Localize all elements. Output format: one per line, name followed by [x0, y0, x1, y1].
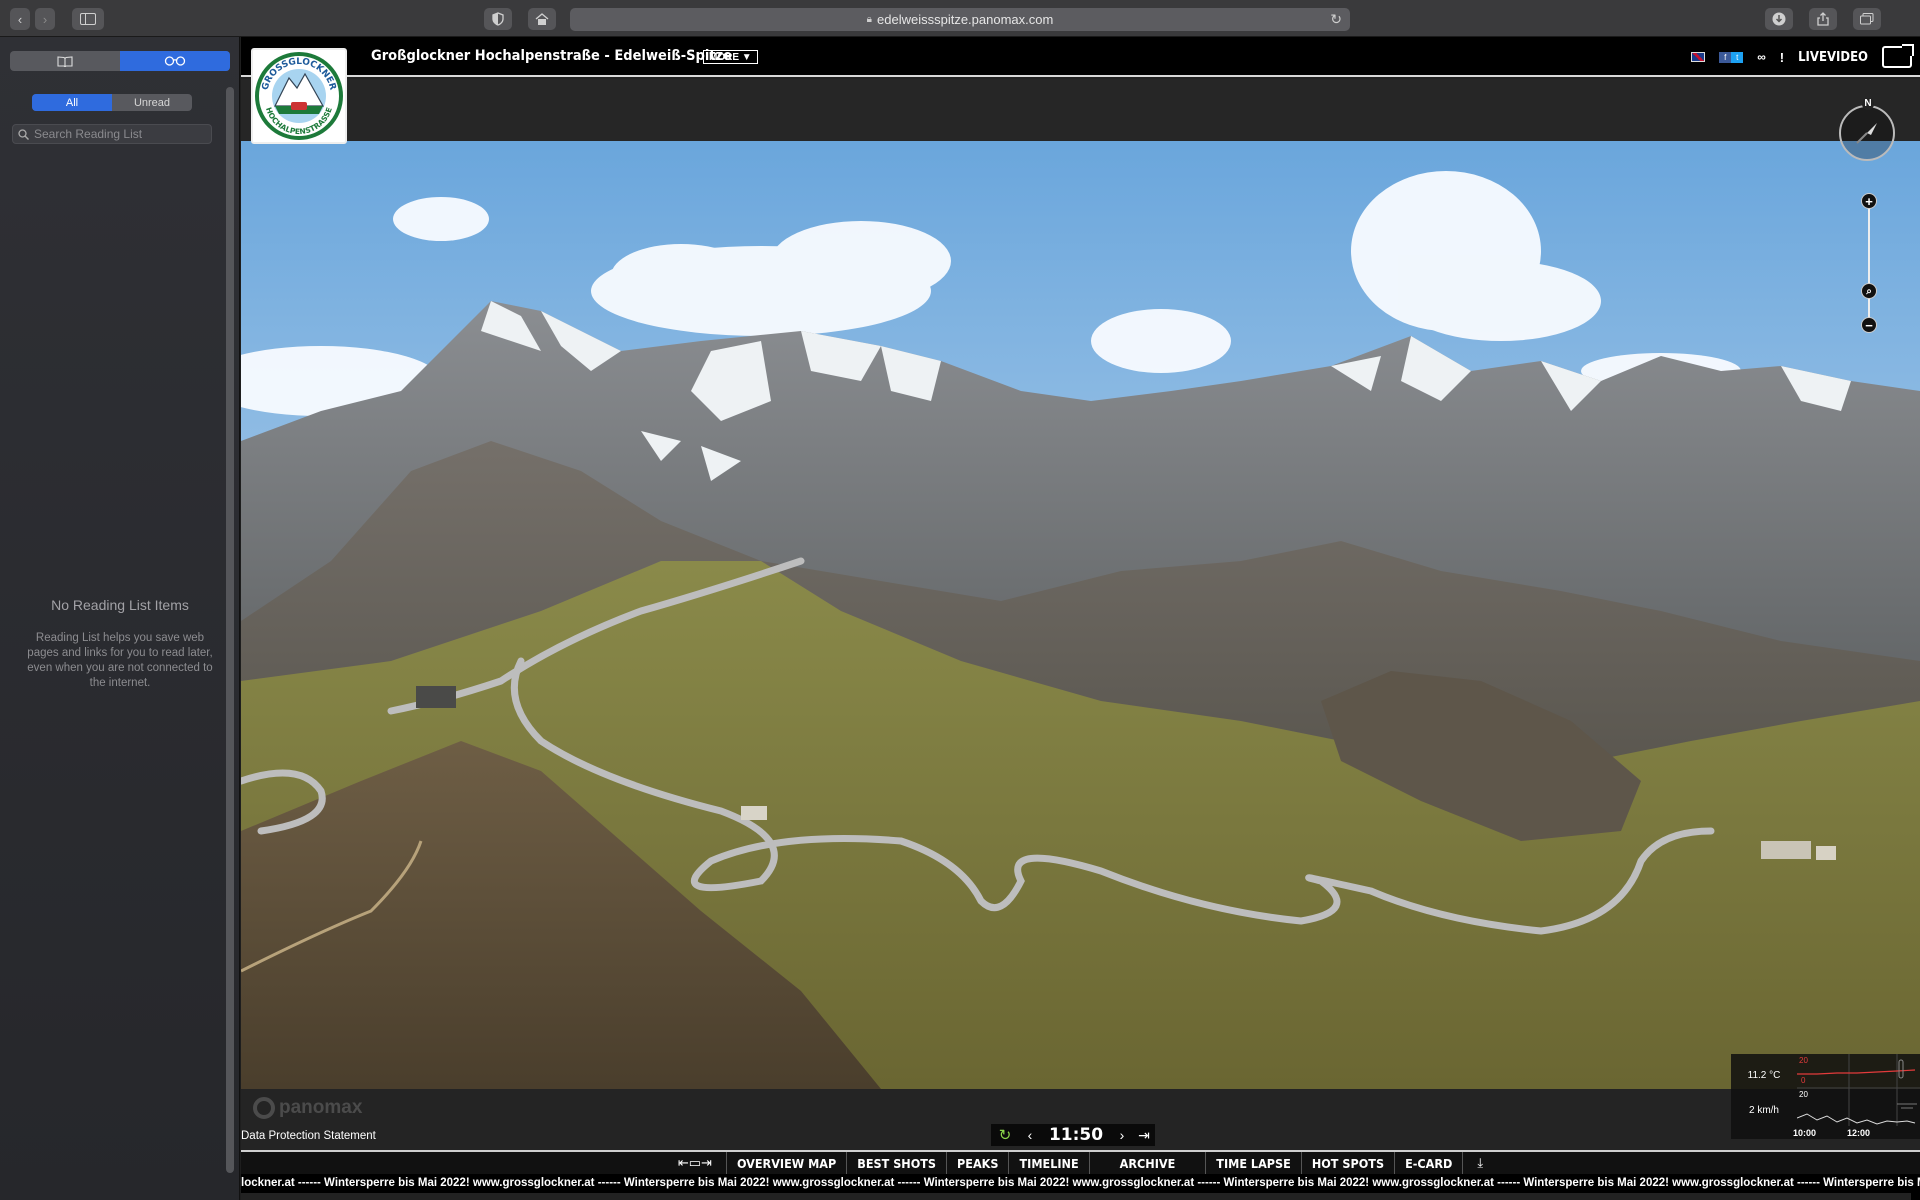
next-time-button[interactable]: › — [1111, 1124, 1133, 1146]
nav-archive[interactable]: ARCHIVE — [1090, 1152, 1207, 1174]
download-image-icon[interactable]: ⤓ — [1463, 1152, 1497, 1174]
url-text: edelweissspitze.panomax.com — [877, 12, 1054, 27]
filter-unread-button[interactable]: Unread — [112, 94, 192, 111]
temperature-value: 11.2 °C — [1747, 1070, 1781, 1081]
back-button[interactable]: ‹ — [10, 8, 30, 30]
share-button[interactable] — [1809, 8, 1837, 30]
nav-best-shots[interactable]: BEST SHOTS — [847, 1152, 948, 1174]
compass-needle-icon — [1856, 123, 1877, 144]
home-button[interactable] — [528, 8, 556, 30]
uk-flag-icon[interactable] — [1691, 52, 1706, 62]
compass-north-label: N — [1862, 98, 1874, 110]
sidebar-icon — [80, 13, 96, 25]
more-button[interactable]: MORE ▼ — [703, 50, 758, 64]
downloads-button[interactable] — [1765, 8, 1793, 30]
tab-bookmarks[interactable] — [10, 51, 120, 71]
time-control: ↻ ‹ 11:50 › ⇥ — [991, 1124, 1155, 1146]
sidebar-segmented-control — [10, 51, 230, 71]
compass-widget[interactable]: N — [1839, 98, 1895, 161]
reading-list-sidebar: All Unread No Reading List Items Reading… — [0, 37, 240, 1200]
zoom-out-button[interactable]: − — [1861, 317, 1877, 333]
search-input[interactable] — [34, 127, 204, 141]
news-ticker: lockner.at ------ Wintersperre bis Mai 2… — [241, 1174, 1920, 1193]
panomax-logo[interactable]: panomax — [253, 1097, 362, 1119]
wind-icon — [1897, 1103, 1917, 1109]
bottom-navigation: ⇤▭⇥ OVERVIEW MAP BEST SHOTS PEAKS TIMELI… — [241, 1150, 1920, 1174]
reading-list-search[interactable] — [12, 124, 212, 144]
empty-state-title: No Reading List Items — [51, 597, 189, 613]
info-button[interactable]: ! — [1780, 50, 1784, 65]
previous-time-button[interactable]: ‹ — [1019, 1124, 1041, 1146]
sidebar-scrollbar[interactable] — [226, 87, 234, 1173]
panomax-ring-icon — [253, 1097, 275, 1119]
browser-toolbar: ‹ › 🔒︎ edelweissspitze.panomax.com ↻ — [0, 0, 1920, 37]
book-icon — [57, 55, 73, 67]
shield-icon — [492, 12, 504, 26]
nav-time-lapse[interactable]: TIME LAPSE — [1206, 1152, 1302, 1174]
share-icon — [1817, 12, 1829, 26]
caret-down-icon: ▼ — [741, 51, 752, 63]
address-bar[interactable]: 🔒︎ edelweissspitze.panomax.com ↻ — [570, 8, 1350, 31]
glasses-icon — [164, 56, 186, 66]
refresh-icon[interactable]: ↻ — [991, 1124, 1019, 1146]
tab-reading-list[interactable] — [120, 51, 230, 71]
panomax-brand-text: panomax — [279, 1097, 363, 1118]
privacy-report-button[interactable] — [484, 8, 512, 30]
zoom-in-button[interactable]: + — [1861, 193, 1877, 209]
link-icon[interactable]: ∞ — [1757, 50, 1766, 64]
chevron-left-icon: ‹ — [17, 11, 23, 27]
nav-peaks[interactable]: PEAKS — [947, 1152, 1010, 1174]
empty-state-description: Reading List helps you save web pages an… — [27, 632, 213, 689]
nav-hot-spots[interactable]: HOT SPOTS — [1302, 1152, 1396, 1174]
page-scrollbar[interactable] — [1911, 1187, 1920, 1200]
thermometer-icon — [1898, 1059, 1904, 1079]
forward-button[interactable]: › — [35, 8, 55, 30]
filter-all-button[interactable]: All — [32, 94, 112, 111]
weather-widget[interactable]: 11.2 °C 2 km/h 20 0 20 10:00 12:00 — [1731, 1054, 1920, 1139]
nav-overview-map[interactable]: OVERVIEW MAP — [727, 1152, 848, 1174]
weather-time-1: 10:00 — [1793, 1128, 1817, 1138]
panorama-image[interactable] — [241, 141, 1920, 1089]
page-title: Großglockner Hochalpenstraße - Edelweiß-… — [371, 48, 732, 64]
page-header: Großglockner Hochalpenstraße - Edelweiß-… — [241, 37, 1920, 77]
grossglockner-logo-image: GROSSGLOCKNER HOCHALPENSTRASSE — [255, 52, 343, 140]
panorama-top-band — [241, 79, 1920, 141]
zoom-slider-handle[interactable]: ⌕ — [1861, 283, 1877, 299]
search-icon — [18, 128, 29, 140]
data-protection-link[interactable]: Data Protection Statement — [241, 1130, 376, 1142]
sidebar-toggle-button[interactable] — [72, 8, 104, 30]
weather-time-2: 12:00 — [1847, 1128, 1871, 1138]
tab-overview-button[interactable] — [1853, 8, 1881, 30]
latest-time-button[interactable]: ⇥ — [1133, 1124, 1155, 1146]
download-icon — [1772, 12, 1786, 26]
nav-e-card[interactable]: E-CARD — [1395, 1152, 1464, 1174]
chevron-right-icon: › — [42, 11, 48, 27]
weather-sparklines — [1797, 1054, 1920, 1126]
nav-timeline[interactable]: TIMELINE — [1009, 1152, 1090, 1174]
webpage: Großglockner Hochalpenstraße - Edelweiß-… — [241, 37, 1920, 1200]
social-share-icon[interactable]: ft — [1719, 51, 1744, 63]
fullscreen-icon[interactable] — [1882, 44, 1914, 68]
home-icon — [535, 13, 549, 25]
livevideo-button[interactable]: LIVEVIDEO — [1798, 50, 1868, 65]
grossglockner-logo[interactable]: GROSSGLOCKNER HOCHALPENSTRASSE — [251, 48, 347, 144]
tabs-overview-icon — [1860, 13, 1874, 25]
reload-icon[interactable]: ↻ — [1330, 11, 1342, 28]
current-time: 11:50 — [1048, 1125, 1104, 1145]
header-actions: ft ∞ ! LIVEVIDEO — [1691, 37, 1920, 77]
reading-filter: All Unread — [32, 94, 192, 111]
wind-value: 2 km/h — [1748, 1105, 1779, 1116]
zoom-slider-track[interactable] — [1868, 200, 1870, 324]
lock-icon: 🔒︎ — [866, 14, 872, 25]
panorama-width-icon[interactable]: ⇤▭⇥ — [664, 1152, 727, 1174]
